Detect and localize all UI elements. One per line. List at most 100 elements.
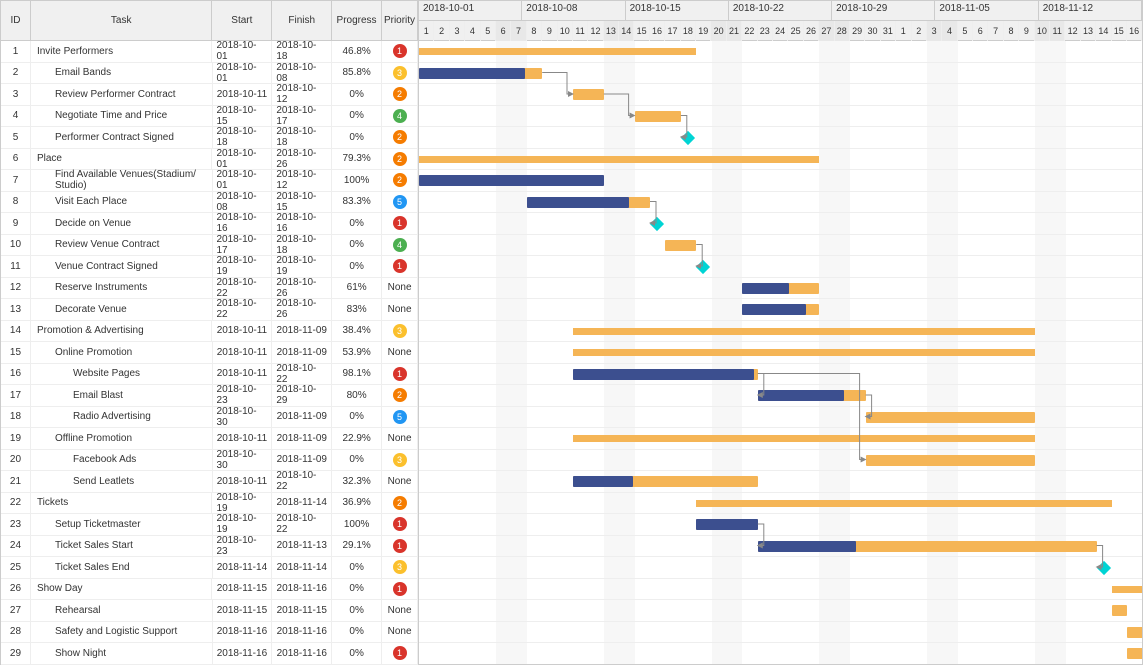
gantt-bar[interactable]	[419, 48, 696, 55]
timeline-row[interactable]	[419, 299, 1142, 321]
timeline-row[interactable]	[419, 192, 1142, 214]
header-id[interactable]: ID	[1, 1, 31, 40]
cell-task[interactable]: Promotion & Advertising	[31, 321, 213, 342]
table-row[interactable]: 24Ticket Sales Start2018-10-232018-11-13…	[1, 536, 418, 558]
cell-task[interactable]: Show Night	[31, 643, 213, 664]
gantt-bar[interactable]	[573, 349, 1035, 356]
table-row[interactable]: 20Facebook Ads2018-10-302018-11-090%3	[1, 450, 418, 472]
timeline-row[interactable]	[419, 127, 1142, 149]
timeline-row[interactable]	[419, 536, 1142, 558]
gantt-bar[interactable]	[635, 111, 681, 122]
gantt-bar[interactable]	[1112, 586, 1142, 593]
cell-task[interactable]: Radio Advertising	[31, 407, 213, 428]
cell-task[interactable]: Facebook Ads	[31, 450, 213, 471]
milestone-icon[interactable]	[681, 131, 695, 145]
timeline-row[interactable]	[419, 256, 1142, 278]
timeline-row[interactable]	[419, 450, 1142, 472]
table-row[interactable]: 17Email Blast2018-10-232018-10-2980%2	[1, 385, 418, 407]
timeline-row[interactable]	[419, 342, 1142, 364]
timeline-row[interactable]	[419, 471, 1142, 493]
cell-task[interactable]: Email Bands	[31, 63, 213, 84]
cell-task[interactable]: Venue Contract Signed	[31, 256, 213, 277]
table-row[interactable]: 10Review Venue Contract2018-10-172018-10…	[1, 235, 418, 257]
table-row[interactable]: 27Rehearsal2018-11-152018-11-150%None	[1, 600, 418, 622]
header-start[interactable]: Start	[212, 1, 272, 40]
timeline-row[interactable]	[419, 643, 1142, 664]
table-row[interactable]: 7Find Available Venues(Stadium/ Studio)2…	[1, 170, 418, 192]
timeline-row[interactable]	[419, 63, 1142, 85]
milestone-icon[interactable]	[1097, 561, 1111, 575]
timeline-row[interactable]	[419, 84, 1142, 106]
timeline-row[interactable]	[419, 213, 1142, 235]
gantt-bar[interactable]	[419, 156, 819, 163]
table-row[interactable]: 11Venue Contract Signed2018-10-192018-10…	[1, 256, 418, 278]
cell-task[interactable]: Safety and Logistic Support	[31, 622, 213, 643]
cell-task[interactable]: Ticket Sales End	[31, 557, 213, 578]
cell-task[interactable]: Place	[31, 149, 213, 170]
timeline-row[interactable]	[419, 600, 1142, 622]
header-priority[interactable]: Priority	[382, 1, 418, 40]
timeline-row[interactable]	[419, 278, 1142, 300]
cell-task[interactable]: Show Day	[31, 579, 213, 600]
table-row[interactable]: 1Invite Performers2018-10-012018-10-1846…	[1, 41, 418, 63]
cell-task[interactable]: Find Available Venues(Stadium/ Studio)	[31, 170, 213, 191]
cell-task[interactable]: Website Pages	[31, 364, 213, 385]
table-row[interactable]: 29Show Night2018-11-162018-11-160%1	[1, 643, 418, 665]
table-row[interactable]: 12Reserve Instruments2018-10-222018-10-2…	[1, 278, 418, 300]
timeline-row[interactable]	[419, 149, 1142, 171]
timeline-row[interactable]	[419, 364, 1142, 386]
cell-task[interactable]: Review Venue Contract	[31, 235, 213, 256]
table-row[interactable]: 9Decide on Venue2018-10-162018-10-160%1	[1, 213, 418, 235]
table-row[interactable]: 25Ticket Sales End2018-11-142018-11-140%…	[1, 557, 418, 579]
table-row[interactable]: 26Show Day2018-11-152018-11-160%1	[1, 579, 418, 601]
timeline-row[interactable]	[419, 106, 1142, 128]
milestone-icon[interactable]	[696, 260, 710, 274]
table-row[interactable]: 3Review Performer Contract2018-10-112018…	[1, 84, 418, 106]
cell-task[interactable]: Decide on Venue	[31, 213, 213, 234]
cell-task[interactable]: Visit Each Place	[31, 192, 213, 213]
cell-task[interactable]: Offline Promotion	[31, 428, 213, 449]
gantt-bar[interactable]	[573, 435, 1035, 442]
gantt-bar[interactable]	[696, 500, 1112, 507]
gantt-bar[interactable]	[1127, 648, 1142, 659]
timeline-row[interactable]	[419, 385, 1142, 407]
cell-task[interactable]: Decorate Venue	[31, 299, 213, 320]
timeline-row[interactable]	[419, 514, 1142, 536]
cell-task[interactable]: Negotiate Time and Price	[31, 106, 213, 127]
table-row[interactable]: 14Promotion & Advertising2018-10-112018-…	[1, 321, 418, 343]
cell-task[interactable]: Online Promotion	[31, 342, 213, 363]
table-row[interactable]: 2Email Bands2018-10-012018-10-0885.8%3	[1, 63, 418, 85]
table-row[interactable]: 23Setup Ticketmaster2018-10-192018-10-22…	[1, 514, 418, 536]
table-row[interactable]: 28Safety and Logistic Support2018-11-162…	[1, 622, 418, 644]
timeline-row[interactable]	[419, 321, 1142, 343]
timeline-row[interactable]	[419, 235, 1142, 257]
table-row[interactable]: 4Negotiate Time and Price2018-10-152018-…	[1, 106, 418, 128]
cell-task[interactable]: Review Performer Contract	[31, 84, 213, 105]
gantt-bar[interactable]	[573, 89, 604, 100]
cell-task[interactable]: Tickets	[31, 493, 213, 514]
gantt-bar[interactable]	[665, 240, 696, 251]
timeline-row[interactable]	[419, 170, 1142, 192]
cell-task[interactable]: Email Blast	[31, 385, 213, 406]
timeline-panel[interactable]: 2018-10-012018-10-082018-10-152018-10-22…	[419, 1, 1142, 664]
timeline-row[interactable]	[419, 428, 1142, 450]
milestone-icon[interactable]	[650, 217, 664, 231]
table-row[interactable]: 5Performer Contract Signed2018-10-182018…	[1, 127, 418, 149]
table-row[interactable]: 8Visit Each Place2018-10-082018-10-1583.…	[1, 192, 418, 214]
gantt-bar[interactable]	[1127, 627, 1142, 638]
timeline-row[interactable]	[419, 557, 1142, 579]
timeline-row[interactable]	[419, 41, 1142, 63]
timeline-row[interactable]	[419, 493, 1142, 515]
gantt-bar[interactable]	[866, 412, 1035, 423]
table-row[interactable]: 19Offline Promotion2018-10-112018-11-092…	[1, 428, 418, 450]
header-finish[interactable]: Finish	[272, 1, 332, 40]
gantt-bar[interactable]	[573, 328, 1035, 335]
table-row[interactable]: 21Send Leatlets2018-10-112018-10-2232.3%…	[1, 471, 418, 493]
table-row[interactable]: 22Tickets2018-10-192018-11-1436.9%2	[1, 493, 418, 515]
gantt-bar[interactable]	[1112, 605, 1127, 616]
table-row[interactable]: 13Decorate Venue2018-10-222018-10-2683%N…	[1, 299, 418, 321]
cell-task[interactable]: Ticket Sales Start	[31, 536, 213, 557]
table-row[interactable]: 18Radio Advertising2018-10-302018-11-090…	[1, 407, 418, 429]
header-task[interactable]: Task	[31, 1, 213, 40]
timeline-row[interactable]	[419, 407, 1142, 429]
